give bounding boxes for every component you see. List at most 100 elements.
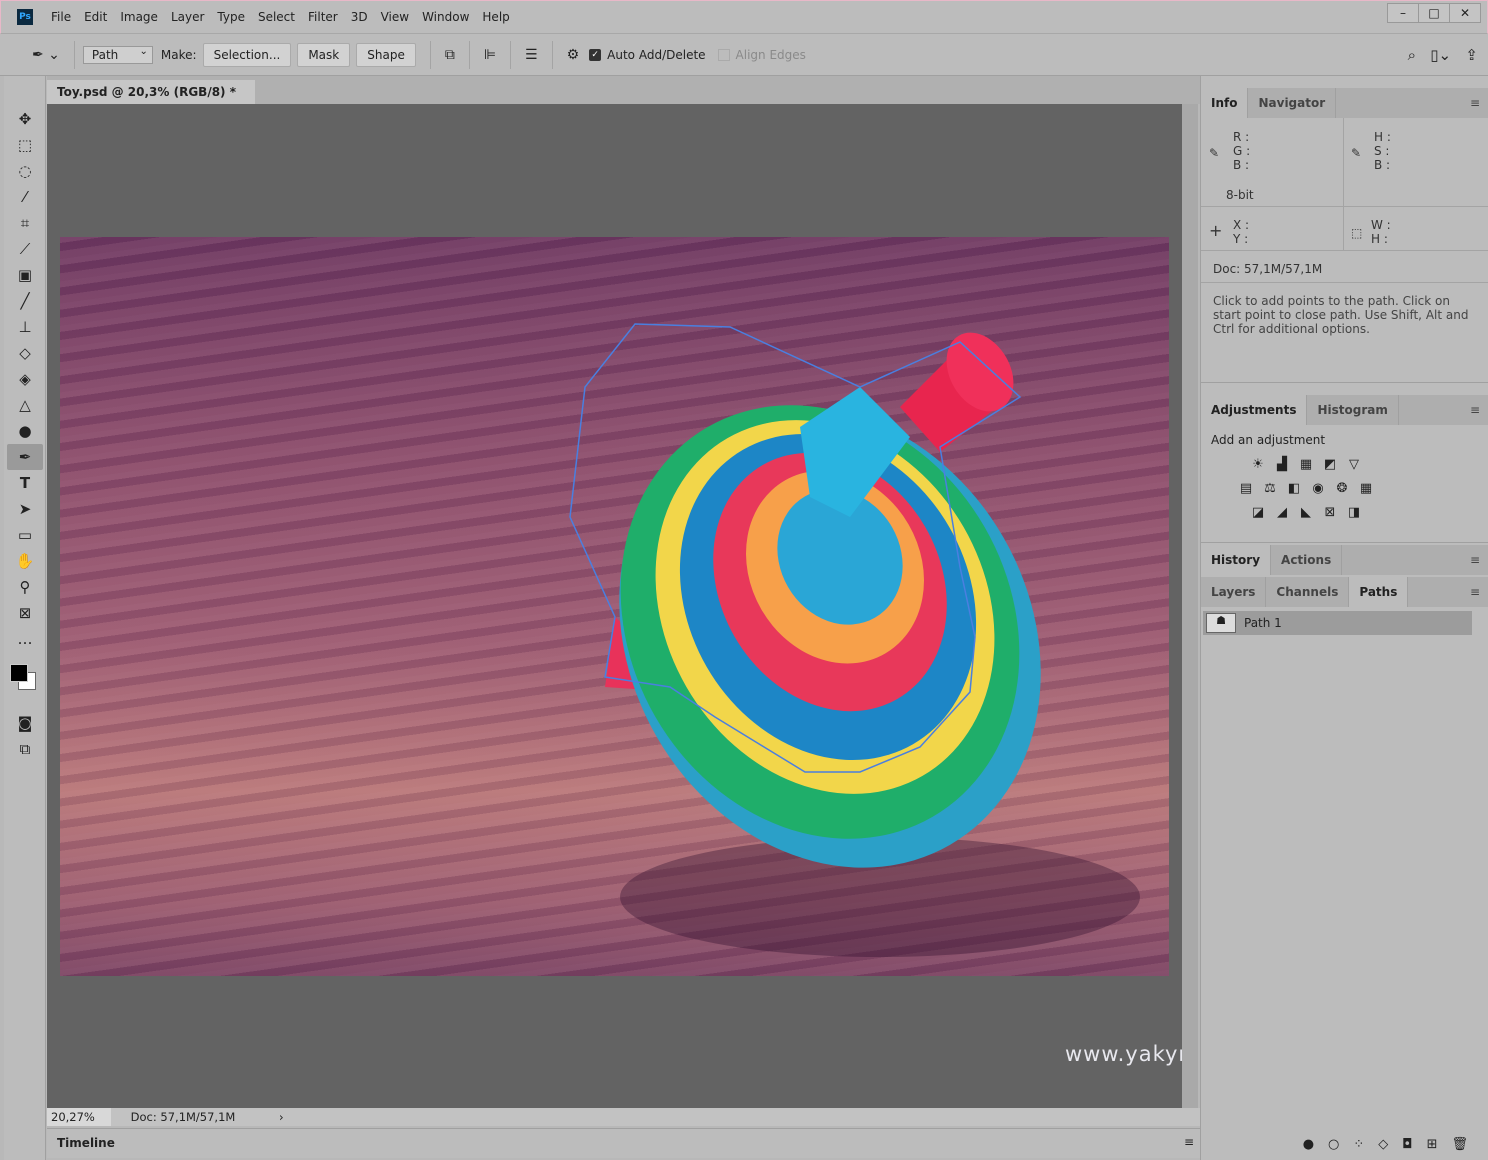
tab-adjustments[interactable]: Adjustments — [1201, 395, 1308, 425]
zoom-level[interactable]: 20,27% — [47, 1108, 111, 1126]
tab-actions[interactable]: Actions — [1271, 545, 1343, 575]
make-mask-button[interactable]: Mask — [297, 42, 351, 67]
blur-tool-icon[interactable]: △ — [7, 392, 43, 418]
path-selection-tool-icon[interactable]: ➤ — [7, 496, 43, 522]
photo-filter-icon[interactable]: ◉ — [1309, 481, 1327, 497]
eyedropper-icon[interactable]: ✎ — [1351, 146, 1361, 160]
make-work-path-icon[interactable]: ◇ — [1378, 1137, 1388, 1152]
workspace-icon[interactable]: ▯⌄ — [1430, 46, 1451, 64]
eyedropper-icon[interactable]: ✎ — [1209, 146, 1219, 160]
search-icon[interactable]: ⌕ — [1408, 46, 1416, 64]
panel-menu-icon[interactable]: ≡ — [1184, 1135, 1194, 1149]
align-edges-checkbox[interactable] — [717, 48, 730, 61]
crop-tool-icon[interactable]: ⌗ — [7, 210, 43, 236]
invert-icon[interactable]: ◪ — [1249, 505, 1267, 521]
channel-mixer-icon[interactable]: ❂ — [1333, 481, 1351, 497]
panel-menu-icon[interactable]: ≡ — [1470, 553, 1480, 567]
eraser-tool-icon[interactable]: ◇ — [7, 340, 43, 366]
exposure-icon[interactable]: ◩ — [1321, 457, 1339, 473]
menu-window[interactable]: Window — [422, 10, 469, 24]
vertical-scrollbar[interactable] — [1182, 104, 1198, 1108]
stamp-tool-icon[interactable]: ⊥ — [7, 314, 43, 340]
more-tools-icon[interactable]: … — [7, 626, 43, 652]
quick-mask-icon[interactable]: ◙ — [7, 710, 43, 736]
magic-wand-tool-icon[interactable]: ⁄ — [7, 184, 43, 210]
menu-3d[interactable]: 3D — [351, 10, 368, 24]
color-lookup-icon[interactable]: ▦ — [1357, 481, 1375, 497]
panel-menu-icon[interactable]: ≡ — [1470, 96, 1480, 110]
stroke-path-icon[interactable]: ○ — [1328, 1137, 1339, 1152]
tab-history[interactable]: History — [1201, 545, 1272, 575]
status-expand-icon[interactable]: › — [279, 1110, 284, 1124]
trash-icon[interactable]: 🗑 — [1451, 1137, 1468, 1152]
pen-mode-select[interactable]: Path — [82, 44, 153, 64]
zoom-tool-icon[interactable]: ⚲ — [7, 574, 43, 600]
threshold-icon[interactable]: ◣ — [1297, 505, 1315, 521]
selective-color-icon[interactable]: ⊠ — [1321, 505, 1339, 521]
tab-layers[interactable]: Layers — [1201, 577, 1267, 607]
panel-menu-icon[interactable]: ≡ — [1470, 585, 1480, 599]
frame-tool-icon[interactable]: ⊠ — [7, 600, 43, 626]
pen-tool-icon[interactable]: ✒ — [7, 444, 43, 470]
posterize-icon[interactable]: ◢ — [1273, 505, 1291, 521]
tab-info[interactable]: Info — [1201, 88, 1249, 118]
menu-type[interactable]: Type — [217, 10, 245, 24]
path-arrangement-icon[interactable]: ☰ — [525, 47, 538, 63]
menu-file[interactable]: File — [51, 10, 71, 24]
path-operations-icon[interactable]: ⧉ — [445, 47, 455, 63]
menu-view[interactable]: View — [381, 10, 409, 24]
gear-icon[interactable]: ⚙ — [567, 47, 580, 63]
panel-menu-icon[interactable]: ≡ — [1470, 403, 1480, 417]
pen-tool-preset-icon[interactable]: ✒ ⌄ — [32, 47, 60, 63]
menu-filter[interactable]: Filter — [308, 10, 338, 24]
fill-path-icon[interactable]: ● — [1303, 1137, 1314, 1152]
auto-add-delete-checkbox[interactable]: ✓ — [589, 48, 602, 61]
move-tool-icon[interactable]: ✥ — [7, 106, 43, 132]
color-balance-icon[interactable]: ⚖ — [1261, 481, 1279, 497]
menu-edit[interactable]: Edit — [84, 10, 107, 24]
add-mask-icon[interactable]: ◘ — [1402, 1137, 1412, 1152]
make-selection-button[interactable]: Selection... — [202, 42, 292, 67]
path-alignment-icon[interactable]: ⊫ — [484, 47, 496, 63]
tab-paths[interactable]: Paths — [1349, 577, 1409, 607]
levels-icon[interactable]: ▟ — [1273, 457, 1291, 473]
brush-tool-icon[interactable]: ╱ — [7, 288, 43, 314]
brightness-icon[interactable]: ☀ — [1249, 457, 1267, 473]
tab-navigator[interactable]: Navigator — [1248, 88, 1337, 118]
type-tool-icon[interactable]: T — [7, 470, 43, 496]
lasso-tool-icon[interactable]: ◌ — [7, 158, 43, 184]
new-path-icon[interactable]: ⊞ — [1427, 1137, 1438, 1152]
healing-tool-icon[interactable]: ▣ — [7, 262, 43, 288]
marquee-tool-icon[interactable]: ⬚ — [7, 132, 43, 158]
hue-saturation-icon[interactable]: ▤ — [1237, 481, 1255, 497]
menu-select[interactable]: Select — [258, 10, 295, 24]
path-list-item[interactable]: ☗ Path 1 — [1203, 611, 1472, 635]
dodge-tool-icon[interactable]: ● — [7, 418, 43, 444]
menu-help[interactable]: Help — [482, 10, 509, 24]
menu-layer[interactable]: Layer — [171, 10, 204, 24]
share-icon[interactable]: ⇪ — [1465, 46, 1478, 64]
foreground-color-swatch[interactable] — [10, 664, 28, 682]
tab-channels[interactable]: Channels — [1266, 577, 1350, 607]
tab-histogram[interactable]: Histogram — [1307, 395, 1399, 425]
right-panels: Info Navigator ≡ ✎ R : G : B : 8-bit ✎ H… — [1200, 76, 1488, 1160]
close-button[interactable]: ✕ — [1449, 3, 1481, 23]
menu-image[interactable]: Image — [120, 10, 158, 24]
document-tab[interactable]: Toy.psd @ 20,3% (RGB/8) * ✕ — [47, 80, 255, 123]
eyedropper-tool-icon[interactable]: ⟋ — [7, 236, 43, 262]
canvas-area[interactable]: www.yakymchuk.net — [47, 104, 1298, 1108]
maximize-button[interactable]: □ — [1418, 3, 1450, 23]
make-shape-button[interactable]: Shape — [356, 42, 416, 67]
paint-bucket-tool-icon[interactable]: ◈ — [7, 366, 43, 392]
curves-icon[interactable]: ▦ — [1297, 457, 1315, 473]
gradient-map-icon[interactable]: ◨ — [1345, 505, 1363, 521]
timeline-tab[interactable]: Timeline — [57, 1136, 115, 1150]
vibrance-icon[interactable]: ▽ — [1345, 457, 1363, 473]
screen-mode-icon[interactable]: ⧉ — [7, 736, 43, 762]
black-white-icon[interactable]: ◧ — [1285, 481, 1303, 497]
minimize-button[interactable]: – — [1387, 3, 1419, 23]
load-selection-icon[interactable]: ⁘ — [1353, 1137, 1364, 1152]
hand-tool-icon[interactable]: ✋ — [7, 548, 43, 574]
document-image[interactable] — [60, 237, 1169, 976]
rectangle-tool-icon[interactable]: ▭ — [7, 522, 43, 548]
